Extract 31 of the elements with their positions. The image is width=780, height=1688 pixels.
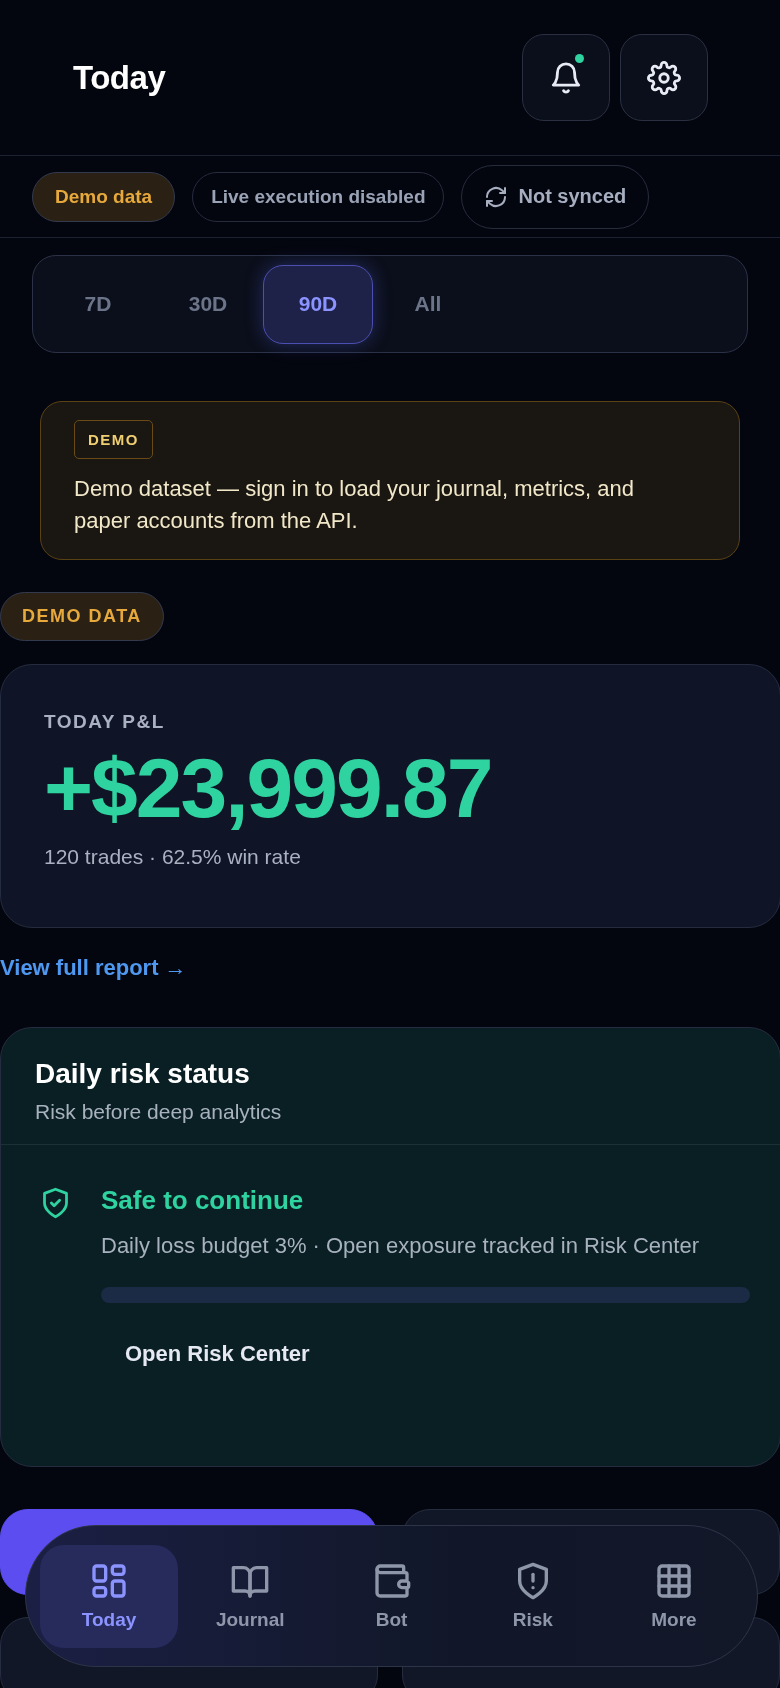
nav-tab[interactable]: More <box>605 1544 743 1648</box>
open-risk-center-button[interactable]: Open Risk Center <box>101 1327 334 1381</box>
nav-tab[interactable]: Bot <box>322 1544 461 1648</box>
view-report-link[interactable]: View full report → <box>0 955 187 981</box>
risk-title: Daily risk status <box>35 1058 251 1090</box>
dashboard-icon <box>89 1561 129 1601</box>
nav-tab[interactable]: Today <box>40 1544 178 1648</box>
notifications-button[interactable] <box>522 34 610 121</box>
bell-icon <box>549 60 583 95</box>
demo-tag: DEMO <box>74 420 153 459</box>
pnl-title: TODAY P&L <box>44 711 166 733</box>
demo-data-badge: DEMO DATA <box>0 592 164 641</box>
pnl-amount: +$23,999.87 <box>44 745 493 831</box>
period-tab[interactable]: 30D <box>153 264 263 344</box>
period-tab[interactable]: 7D <box>43 264 153 344</box>
pnl-summary: 120 trades · 62.5% win rate <box>44 845 302 869</box>
refresh-icon <box>484 184 509 209</box>
notice-text: Demo dataset — sign in to load your journal, metrics, and paper accounts from the API. <box>74 475 636 535</box>
risk-detail: Daily loss budget 3% · Open exposure tracked in Risk Center <box>101 1232 700 1260</box>
demo-data-chip: Demo data <box>32 171 176 222</box>
risk-subtitle: Risk before deep analytics <box>35 1100 283 1124</box>
period-tab[interactable]: All <box>373 264 483 344</box>
settings-icon <box>647 60 681 95</box>
page-title: Today <box>73 58 166 97</box>
nav-tab[interactable]: Risk <box>463 1544 602 1648</box>
nav-tab[interactable]: Journal <box>181 1544 320 1648</box>
risk-status: Safe to continue <box>101 1185 305 1216</box>
settings-button[interactable] <box>620 34 708 121</box>
grid-icon <box>654 1561 694 1601</box>
period-tab[interactable]: 90D <box>263 264 373 344</box>
status-chip: Live execution disabled <box>192 171 445 222</box>
